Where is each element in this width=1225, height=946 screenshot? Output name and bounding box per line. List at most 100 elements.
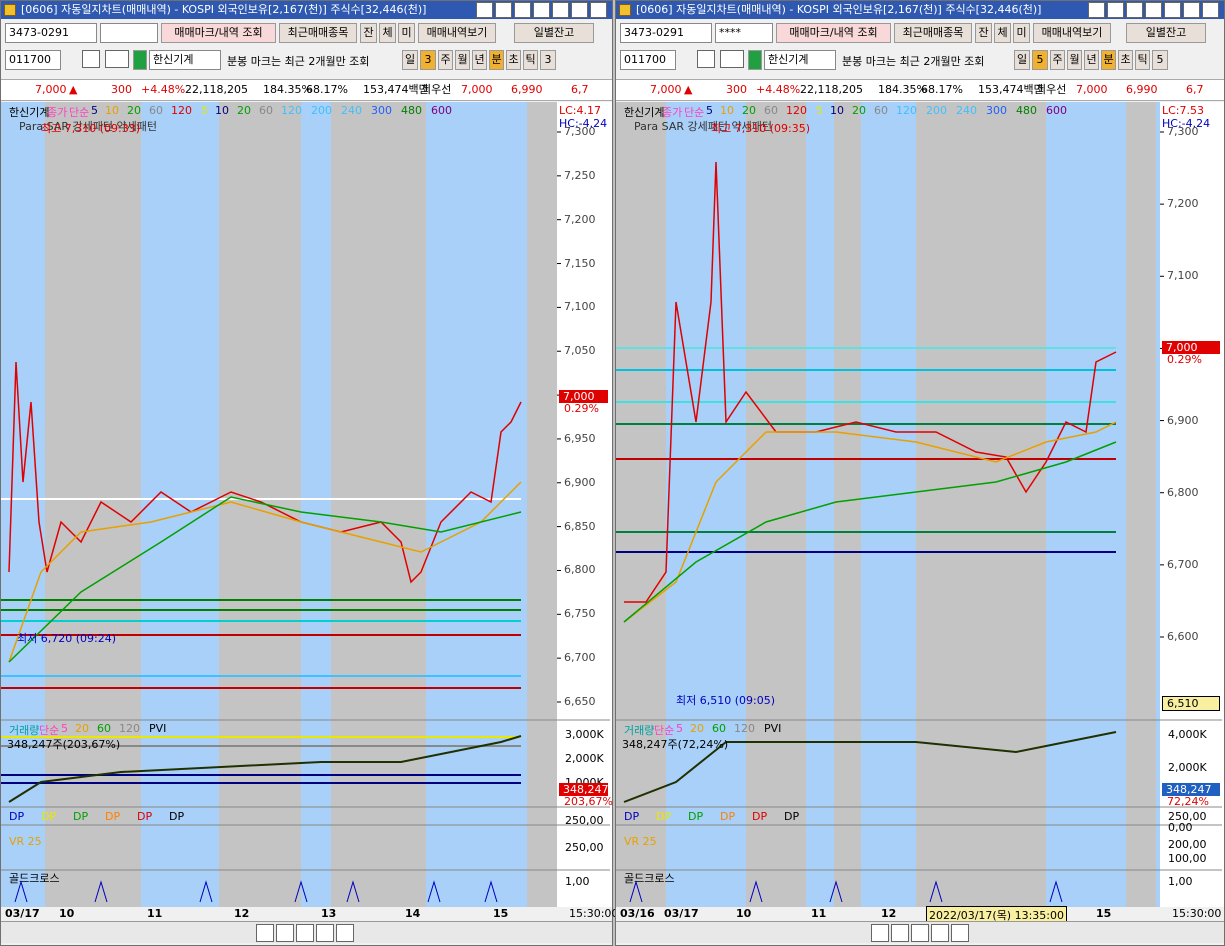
tile-icon[interactable] xyxy=(1126,2,1143,18)
price-pct: 0.29% xyxy=(1167,353,1202,366)
balance-button[interactable]: 잔 xyxy=(360,23,377,43)
play-icon[interactable] xyxy=(911,924,929,942)
balance-button[interactable]: 잔 xyxy=(975,23,992,43)
dp-legend-item: DP xyxy=(137,810,153,823)
period-option[interactable]: 3 xyxy=(540,50,556,70)
stop-icon[interactable] xyxy=(931,924,949,942)
y-tick-label: 6,800 xyxy=(1167,485,1199,499)
scroll-right-icon[interactable] xyxy=(276,924,294,942)
y-tick-label: 7,050 xyxy=(564,344,596,358)
period-option[interactable]: 초 xyxy=(1118,50,1133,70)
search-icon[interactable] xyxy=(82,50,100,68)
help-icon[interactable] xyxy=(552,2,569,18)
period-option[interactable]: 틱 xyxy=(523,50,538,70)
vol-text: 348,247주(203,67%) xyxy=(7,738,121,751)
quote-ratio2: 68.17% xyxy=(306,83,348,96)
x-axis-label: 03/17 xyxy=(664,907,699,920)
toolbar-stock: 011700 한신기계 분봉 마크는 최근 2개월만 조회 일 5 주 월 년 분 초 틱 5 xyxy=(616,50,1224,74)
pending-button[interactable]: 미 xyxy=(398,23,415,43)
password-field[interactable]: **** xyxy=(715,23,773,43)
help-icon[interactable] xyxy=(1164,2,1181,18)
period-option[interactable]: 년 xyxy=(1084,50,1099,70)
y-tick-label: 6,900 xyxy=(564,475,596,489)
password-field[interactable] xyxy=(100,23,158,43)
vol-legend-item: PVI xyxy=(764,722,782,735)
period-option[interactable]: 분 xyxy=(1101,50,1116,70)
period-option[interactable]: 초 xyxy=(506,50,521,70)
play-icon[interactable] xyxy=(296,924,314,942)
stock-code-field[interactable]: 011700 xyxy=(5,50,61,70)
scroll-right-icon[interactable] xyxy=(891,924,909,942)
legend-item: 20 xyxy=(852,104,866,117)
print-icon[interactable] xyxy=(533,2,550,18)
recent-stocks-button[interactable]: 최근매매종목 xyxy=(894,23,972,43)
restore-icon[interactable] xyxy=(1107,2,1124,18)
search-icon[interactable] xyxy=(697,50,715,68)
period-option[interactable]: 주 xyxy=(438,50,453,70)
mark-query-button[interactable]: 매매마크/내역 조회 xyxy=(776,23,891,43)
chart-scroll-bar[interactable] xyxy=(1,921,612,943)
period-option[interactable]: 년 xyxy=(472,50,487,70)
scroll-left-icon[interactable] xyxy=(871,924,889,942)
minimize-icon[interactable] xyxy=(1088,2,1105,18)
period-option[interactable]: 일 xyxy=(1014,50,1030,70)
minimize-icon[interactable] xyxy=(476,2,493,18)
period-option[interactable]: 분 xyxy=(489,50,504,70)
period-option[interactable]: 5 xyxy=(1152,50,1168,70)
end-icon[interactable] xyxy=(951,924,969,942)
x-axis-label: 14 xyxy=(405,907,421,920)
period-option[interactable]: 주 xyxy=(1050,50,1065,70)
print-icon[interactable] xyxy=(1145,2,1162,18)
account-field[interactable]: 3473-0291 xyxy=(5,23,97,43)
session-band xyxy=(527,102,557,907)
x-axis-label: 12 xyxy=(234,907,250,920)
period-option[interactable]: 월 xyxy=(455,50,470,70)
legend-item: 120 xyxy=(896,104,917,117)
toolbar-account: 3473-0291 매매마크/내역 조회 최근매매종목 잔 체 미 매매내역보기 일별잔고 xyxy=(1,23,612,47)
recent-stocks-button[interactable]: 최근매매종목 xyxy=(279,23,357,43)
legend-item: 20 xyxy=(237,104,251,117)
daily-balance-button[interactable]: 일별잔고 xyxy=(1126,23,1206,43)
restore-icon[interactable] xyxy=(495,2,512,18)
gc-tick-label: 1,00 xyxy=(565,875,590,888)
y-tick-label: 6,950 xyxy=(564,431,596,445)
chart-area[interactable]: 7,3007,2507,2007,1507,1007,0507,0006,950… xyxy=(1,102,618,920)
credit-badge xyxy=(748,50,762,70)
mark-query-button[interactable]: 매매마크/내역 조회 xyxy=(161,23,276,43)
hc-label: HC:-4.24 xyxy=(559,117,608,130)
scroll-left-icon[interactable] xyxy=(256,924,274,942)
dp-legend-item: DP xyxy=(720,810,736,823)
close-icon[interactable] xyxy=(590,2,607,18)
vol-legend-item: 5 xyxy=(61,722,68,735)
period-option[interactable]: 월 xyxy=(1067,50,1082,70)
legend-item: 5 xyxy=(201,104,208,117)
close-icon[interactable] xyxy=(1202,2,1219,18)
period-option[interactable]: 5 xyxy=(1032,50,1048,70)
stop-icon[interactable] xyxy=(316,924,334,942)
speaker-icon[interactable] xyxy=(720,50,744,68)
account-field[interactable]: 3473-0291 xyxy=(620,23,712,43)
executed-button[interactable]: 체 xyxy=(994,23,1011,43)
x-axis-label: 11 xyxy=(811,907,827,920)
vol-legend-item: 20 xyxy=(690,722,704,735)
period-option[interactable]: 3 xyxy=(420,50,436,70)
daily-balance-button[interactable]: 일별잔고 xyxy=(514,23,594,43)
speaker-icon[interactable] xyxy=(105,50,129,68)
quote-ask: 6,990 xyxy=(1126,83,1158,96)
view-trades-button[interactable]: 매매내역보기 xyxy=(418,23,496,43)
vol-pct: 72,24% xyxy=(1167,795,1209,808)
end-icon[interactable] xyxy=(336,924,354,942)
period-option[interactable]: 일 xyxy=(402,50,418,70)
tile-icon[interactable] xyxy=(514,2,531,18)
vol-pct: 203,67% xyxy=(564,795,613,808)
maximize-icon[interactable] xyxy=(571,2,588,18)
period-option[interactable]: 틱 xyxy=(1135,50,1150,70)
pending-button[interactable]: 미 xyxy=(1013,23,1030,43)
chart-area[interactable]: 7,3007,2007,1007,0006,9006,8006,7006,600… xyxy=(616,102,1224,924)
y-tick-label: 7,200 xyxy=(1167,197,1199,211)
stock-code-field[interactable]: 011700 xyxy=(620,50,676,70)
executed-button[interactable]: 체 xyxy=(379,23,396,43)
maximize-icon[interactable] xyxy=(1183,2,1200,18)
chart-scroll-bar[interactable] xyxy=(616,921,1224,943)
view-trades-button[interactable]: 매매내역보기 xyxy=(1033,23,1111,43)
